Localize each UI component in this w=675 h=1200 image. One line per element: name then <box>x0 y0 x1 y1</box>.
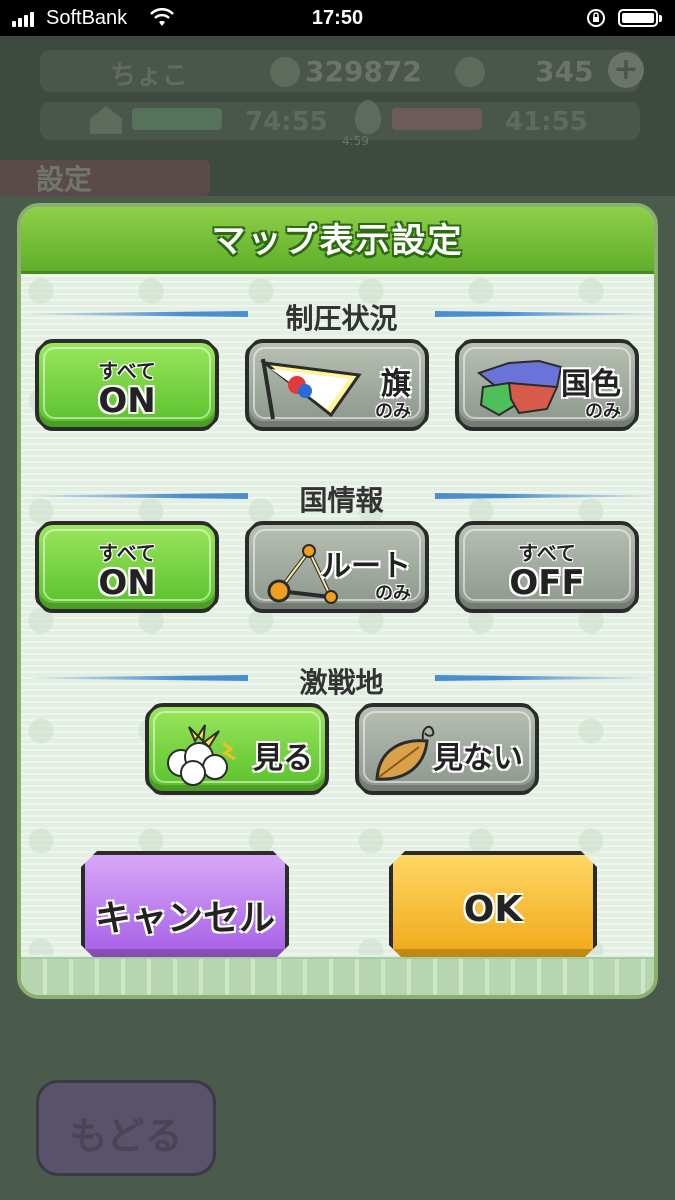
leaf-icon <box>369 717 439 793</box>
dialog-footer-pattern <box>21 957 654 995</box>
ok-button[interactable]: OK <box>389 851 597 961</box>
dialog-title: マップ表示設定 <box>211 221 464 261</box>
control-color-only-button[interactable]: 国色 のみ <box>455 339 639 431</box>
section-label-control: 制圧状況 <box>285 302 398 335</box>
background-coins: 329872 <box>305 55 422 88</box>
option-small-label: すべて <box>518 541 576 565</box>
battery-icon <box>618 9 662 27</box>
info-route-only-button[interactable]: ルート のみ <box>245 521 429 613</box>
option-big-label: ON <box>98 563 156 603</box>
background-gauge <box>392 108 482 130</box>
background-gems: 345 <box>535 55 594 88</box>
background-settings-label: 設定 <box>36 163 93 196</box>
section-label-battlefield: 激戦地 <box>299 666 384 699</box>
control-flag-only-button[interactable]: 旗 のみ <box>245 339 429 431</box>
option-small-label: すべて <box>98 541 156 565</box>
background-timer: 41:55 <box>505 107 588 137</box>
cancel-button[interactable]: キャンセル <box>81 851 289 961</box>
coin-icon <box>270 57 300 87</box>
clock: 17:50 <box>311 7 364 29</box>
option-main-label: 見る <box>253 741 313 776</box>
option-small-label: すべて <box>98 359 156 383</box>
ok-button-label: OK <box>463 889 523 930</box>
back-button-label: もどる <box>69 1114 183 1158</box>
background-small-timer: 4:59 <box>342 134 369 148</box>
map-color-icon <box>469 353 569 427</box>
battlefield-show-button[interactable]: 見る <box>145 703 329 795</box>
section-label-country-info: 国情報 <box>299 484 384 517</box>
info-all-on-button[interactable]: すべて ON <box>35 521 219 613</box>
plus-icon: + <box>608 52 644 88</box>
gem-icon <box>455 57 485 87</box>
control-all-on-button[interactable]: すべて ON <box>35 339 219 431</box>
flag-icon <box>259 353 369 427</box>
background-settings-tab <box>0 160 210 196</box>
map-display-settings-dialog: マップ表示設定 制圧状況 すべて ON 旗 のみ 国色 のみ 国情報 すべて O… <box>17 203 658 999</box>
background-timer: 74:55 <box>245 107 328 137</box>
background-gauge <box>132 108 222 130</box>
drop-icon <box>355 100 381 134</box>
option-sub-label: のみ <box>585 401 621 422</box>
status-bar: SoftBank 17:50 <box>0 0 675 36</box>
option-sub-label: のみ <box>375 583 411 604</box>
option-big-label: ON <box>98 381 156 421</box>
cancel-button-label: キャンセル <box>94 898 275 939</box>
option-sub-label: のみ <box>375 401 411 422</box>
dialog-header: マップ表示設定 <box>21 207 654 274</box>
background-player-name: ちょこ <box>110 61 189 91</box>
option-big-label: OFF <box>509 563 585 603</box>
battle-cloud-icon <box>159 717 243 793</box>
info-all-off-button[interactable]: すべて OFF <box>455 521 639 613</box>
option-main-label: 見ない <box>433 741 523 776</box>
battlefield-hide-button[interactable]: 見ない <box>355 703 539 795</box>
orientation-lock-icon <box>586 8 606 34</box>
